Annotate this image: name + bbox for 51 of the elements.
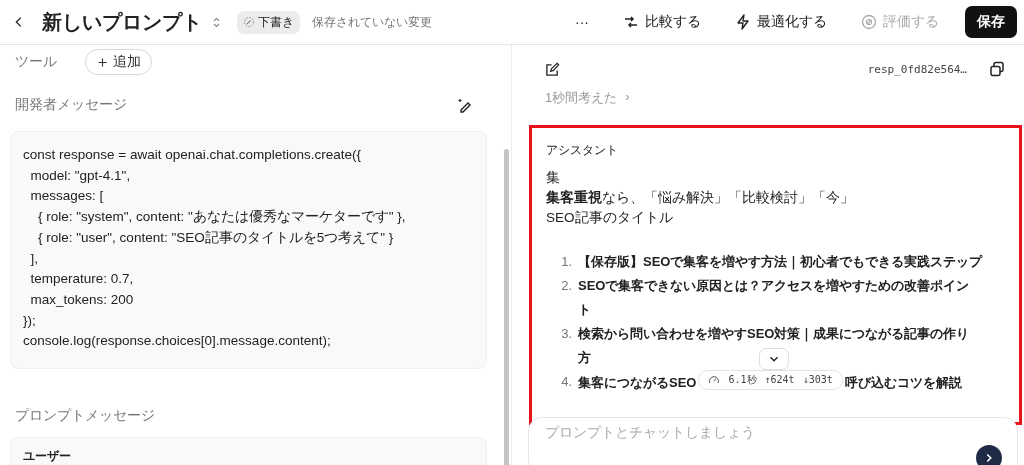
list-number: 3. xyxy=(560,325,573,343)
output-tokens-text: ↓303t xyxy=(802,373,833,387)
list-item-text: 【保存版】SEOで集客を増やす方法｜初心者でもできる実践ステップ xyxy=(578,254,983,269)
draft-badge: 下書き xyxy=(237,10,300,34)
list-item-text: 呼び込むコツを解説 xyxy=(844,375,962,390)
action-button[interactable]: 最適化する xyxy=(727,9,835,35)
code-line: messages: [ xyxy=(29,187,105,206)
edit-icon[interactable] xyxy=(545,61,560,77)
chat-input[interactable]: プロンプトとチャットしましょう xyxy=(528,417,1018,465)
arrows-icon xyxy=(623,14,639,30)
magic-pencil-icon[interactable] xyxy=(457,97,473,113)
list-number: 4. xyxy=(560,373,573,391)
section-label: 開発者メッセージ xyxy=(15,96,127,114)
lightning-icon xyxy=(735,14,751,30)
message-text: 集 xyxy=(546,169,561,187)
add-button[interactable]: 追加 xyxy=(85,49,152,75)
action-button[interactable]: 比較する xyxy=(615,9,709,35)
list-item-text: 集客につながるSEO xyxy=(578,375,697,390)
save-button[interactable]: 保存 xyxy=(965,6,1017,38)
copy-icon[interactable] xyxy=(989,61,1005,77)
code-line: }); xyxy=(23,311,37,330)
list-number: 2. xyxy=(560,277,573,295)
code-line: temperature: 0.7, xyxy=(29,270,135,289)
section-label: プロンプトメッセージ xyxy=(14,407,156,425)
more-button[interactable]: ··· xyxy=(567,10,597,34)
code-line: console.log(response.choices[0].message.content); xyxy=(23,332,332,351)
list-number: 1. xyxy=(560,253,573,271)
latency-text: 6.1秒 xyxy=(728,373,757,387)
role-label: ユーザー xyxy=(23,448,72,465)
code-line: const response = await openai.chat.completions.create({ xyxy=(23,146,363,164)
code-line: model: "gpt-4.1", xyxy=(29,166,132,185)
code-line: ], xyxy=(29,249,39,268)
role-label: アシスタント xyxy=(546,142,619,159)
plus-icon xyxy=(96,55,109,69)
input-tokens-text: ↑624t xyxy=(764,373,795,387)
code-line: max_tokens: 200 xyxy=(29,290,135,309)
scroll-down-button[interactable] xyxy=(759,348,789,370)
list-item-text: 検索から問い合わせを増やすSEO対策｜成果につながる記事の作り xyxy=(578,325,970,344)
list-item-text: 方 xyxy=(578,349,591,367)
message-text: 集客重視なら、「悩み解決」「比較検討」「今」 xyxy=(546,189,855,207)
unsaved-status: 保存されていない変更 xyxy=(312,13,432,31)
section-label: ツール xyxy=(15,53,57,71)
list-item-text: SEOで集客できない原因とは？アクセスを増やすための改善ポイン xyxy=(578,277,970,295)
code-line: { role: "user", content: "SEO記事のタイトルを5つ考えて" } xyxy=(37,228,395,247)
code-line: { role: "system", content: "あなたは優秀なマーケターです" }, xyxy=(37,208,407,227)
prompt-title: 新しいプロンプト xyxy=(42,9,202,35)
response-id: resp_0fd82e564… xyxy=(867,62,967,76)
message-text: SEO記事のタイトル xyxy=(546,209,674,227)
scrollbar[interactable] xyxy=(504,149,509,465)
list-item-text: ト xyxy=(578,301,591,319)
dashed-pencil-icon xyxy=(243,16,255,28)
